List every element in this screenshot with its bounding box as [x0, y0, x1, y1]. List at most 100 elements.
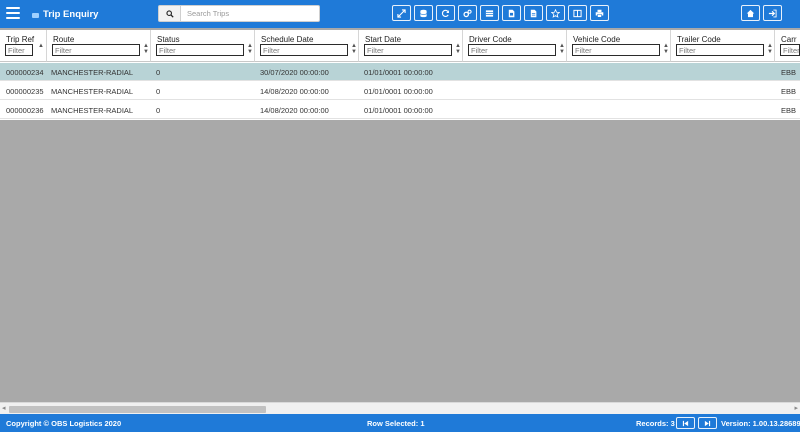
- table-row[interactable]: 000000235 MANCHESTER-RADIAL 0 14/08/2020…: [0, 82, 800, 100]
- database-icon: [420, 9, 427, 17]
- top-toolbar: Trip Enquiry: [0, 0, 800, 28]
- sort-icon[interactable]: ▲ ▼: [351, 43, 357, 55]
- cell-route: MANCHESTER-RADIAL: [51, 68, 134, 77]
- column-header-schedule-date[interactable]: Schedule Date ▲▼: [255, 30, 359, 62]
- print-icon: [595, 9, 604, 18]
- sort-up-icon[interactable]: ▲: [38, 43, 44, 49]
- scroll-right-icon[interactable]: ▸: [794, 404, 798, 414]
- sort-icon[interactable]: ▲ ▼: [559, 43, 565, 55]
- page-title: Trip Enquiry: [43, 9, 99, 20]
- filter-input-route[interactable]: [52, 44, 140, 56]
- column-label: Start Date: [365, 35, 402, 44]
- cell-start-date: 01/01/0001 00:00:00: [364, 106, 433, 115]
- print-button[interactable]: [590, 5, 609, 21]
- first-page-button[interactable]: [676, 417, 695, 429]
- column-header-vehicle-code[interactable]: Vehicle Code ▲▼: [567, 30, 671, 62]
- sort-icon[interactable]: ▲ ▼: [143, 43, 149, 55]
- table-row[interactable]: 000000236 MANCHESTER-RADIAL 0 14/08/2020…: [0, 101, 800, 119]
- column-label: Trip Ref: [6, 35, 35, 44]
- sort-icon[interactable]: ▲ ▼: [663, 43, 669, 55]
- cell-schedule-date: 30/07/2020 00:00:00: [260, 68, 329, 77]
- sign-out-icon: [768, 9, 777, 17]
- column-header-status[interactable]: Status ▲▼: [151, 30, 255, 62]
- home-button[interactable]: [741, 5, 760, 21]
- export-button[interactable]: [502, 5, 521, 21]
- column-header-route[interactable]: Route ▲▼: [47, 30, 151, 62]
- list-icon: [485, 9, 494, 17]
- export-icon: [508, 9, 515, 17]
- refresh-button[interactable]: [436, 5, 455, 21]
- column-label: Driver Code: [469, 35, 512, 44]
- table-row[interactable]: 000000234 MANCHESTER-RADIAL 0 30/07/2020…: [0, 63, 800, 81]
- horizontal-scrollbar[interactable]: ◂ ▸: [0, 402, 800, 414]
- last-page-button[interactable]: [698, 417, 717, 429]
- column-label: Trailer Code: [677, 35, 721, 44]
- cell-carrier: EBB: [781, 87, 797, 96]
- home-icon: [746, 9, 755, 17]
- filter-input-trailer-code[interactable]: [676, 44, 764, 56]
- column-label: Status: [157, 35, 180, 44]
- column-header-trailer-code[interactable]: Trailer Code ▲▼: [671, 30, 775, 62]
- version-text: Version: 1.00.13.28689: [721, 419, 800, 428]
- app-icon: [32, 13, 39, 18]
- column-header-carrier[interactable]: Carr: [775, 30, 800, 62]
- scroll-left-icon[interactable]: ◂: [2, 404, 6, 414]
- sort-icon[interactable]: ▲ ▼: [455, 43, 461, 55]
- list-button[interactable]: [480, 5, 499, 21]
- cell-trip-ref: 000000236: [6, 106, 44, 115]
- star-icon: [551, 8, 560, 18]
- column-label: Carr: [781, 35, 797, 44]
- search-button[interactable]: [158, 5, 180, 22]
- column-header-start-date[interactable]: Start Date ▲▼: [359, 30, 463, 62]
- scrollbar-thumb[interactable]: [9, 406, 266, 413]
- cell-status: 0: [156, 87, 161, 96]
- search-box: [158, 5, 320, 22]
- filter-input-schedule-date[interactable]: [260, 44, 348, 56]
- trip-grid: Trip Ref ▲ Route ▲▼ Status ▲▼ Schedule D…: [0, 30, 800, 120]
- column-label: Vehicle Code: [573, 35, 621, 44]
- records-count: Records: 3: [636, 419, 675, 428]
- search-input[interactable]: [180, 5, 320, 22]
- database-button[interactable]: [414, 5, 433, 21]
- cell-route: MANCHESTER-RADIAL: [51, 106, 134, 115]
- search-icon: [165, 9, 174, 18]
- filter-input-trip-ref[interactable]: [5, 44, 33, 56]
- expand-button[interactable]: [392, 5, 411, 21]
- cell-schedule-date: 14/08/2020 00:00:00: [260, 106, 329, 115]
- favourite-button[interactable]: [546, 5, 565, 21]
- cell-route: MANCHESTER-RADIAL: [51, 87, 134, 96]
- cell-carrier: EBB: [781, 68, 797, 77]
- sort-icon[interactable]: ▲ ▼: [247, 43, 253, 55]
- status-bar: Copyright © OBS Logistics 2020 Row Selec…: [0, 414, 800, 432]
- column-label: Route: [53, 35, 75, 44]
- cell-status: 0: [156, 106, 161, 115]
- sign-out-button[interactable]: [763, 5, 782, 21]
- last-page-icon: [704, 420, 711, 426]
- column-header-driver-code[interactable]: Driver Code ▲▼: [463, 30, 567, 62]
- cell-trip-ref: 000000235: [6, 87, 44, 96]
- columns-icon: [573, 9, 582, 17]
- filter-input-status[interactable]: [156, 44, 244, 56]
- filter-input-start-date[interactable]: [364, 44, 452, 56]
- document-button[interactable]: [524, 5, 543, 21]
- columns-button[interactable]: [568, 5, 587, 21]
- column-label: Schedule Date: [261, 35, 314, 44]
- cell-trip-ref: 000000234: [6, 68, 44, 77]
- refresh-icon: [441, 9, 450, 17]
- filter-input-vehicle-code[interactable]: [572, 44, 660, 56]
- cogs-icon: [463, 9, 472, 17]
- cell-start-date: 01/01/0001 00:00:00: [364, 87, 433, 96]
- copyright-text: Copyright © OBS Logistics 2020: [6, 419, 122, 428]
- cell-status: 0: [156, 68, 161, 77]
- filter-input-carrier[interactable]: [780, 44, 800, 56]
- first-page-icon: [682, 420, 689, 426]
- sort-icon[interactable]: ▲ ▼: [767, 43, 773, 55]
- cell-schedule-date: 14/08/2020 00:00:00: [260, 87, 329, 96]
- column-header-trip-ref[interactable]: Trip Ref ▲: [0, 30, 47, 62]
- cell-carrier: EBB: [781, 106, 797, 115]
- filter-input-driver-code[interactable]: [468, 44, 556, 56]
- cogs-button[interactable]: [458, 5, 477, 21]
- expand-icon: [397, 8, 406, 18]
- hamburger-icon[interactable]: [6, 7, 20, 19]
- document-icon: [530, 9, 537, 17]
